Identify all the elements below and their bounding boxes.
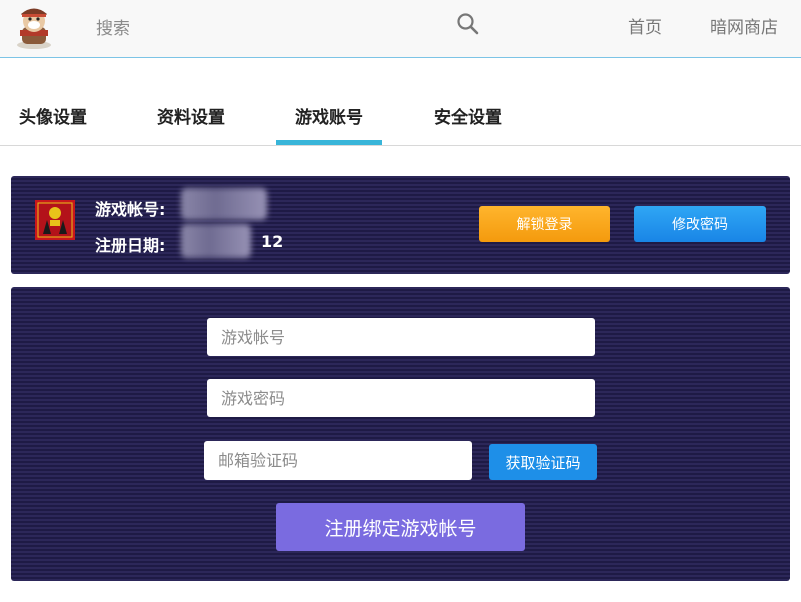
nav-shop-link[interactable]: 暗网商店: [710, 13, 778, 38]
register-date-label: 注册日期:: [95, 236, 166, 255]
email-code-input[interactable]: [204, 441, 472, 480]
nav-home-link[interactable]: 首页: [628, 13, 662, 38]
tab-profile-settings[interactable]: 资料设置: [157, 103, 225, 145]
account-value-redacted: [181, 188, 267, 220]
bind-account-form: 获取验证码 注册绑定游戏帐号: [11, 287, 790, 581]
active-tab-indicator: [276, 140, 382, 145]
search-icon[interactable]: [456, 12, 480, 36]
tab-avatar-settings[interactable]: 头像设置: [19, 103, 87, 145]
logo-mascot-icon[interactable]: [12, 3, 56, 49]
tab-game-account[interactable]: 游戏账号: [295, 103, 363, 145]
game-password-input[interactable]: [207, 379, 595, 417]
game-account-input[interactable]: [207, 318, 595, 356]
settings-tabs: 头像设置 资料设置 游戏账号 安全设置: [0, 59, 801, 146]
unlock-login-button[interactable]: 解锁登录: [479, 206, 610, 242]
tab-security-settings[interactable]: 安全设置: [434, 103, 502, 145]
search-input[interactable]: 搜索: [96, 14, 130, 39]
account-emblem-icon: [35, 200, 75, 240]
register-date-value: 12: [261, 232, 284, 251]
top-bar: 搜索 首页 暗网商店: [0, 0, 801, 58]
change-password-button[interactable]: 修改密码: [634, 206, 766, 242]
get-code-button[interactable]: 获取验证码: [489, 444, 597, 480]
register-bind-button[interactable]: 注册绑定游戏帐号: [276, 503, 525, 551]
register-date-redacted: [181, 224, 251, 258]
account-info-panel: 游戏帐号: 注册日期: 12 解锁登录 修改密码: [11, 176, 790, 274]
account-label: 游戏帐号:: [95, 200, 166, 219]
